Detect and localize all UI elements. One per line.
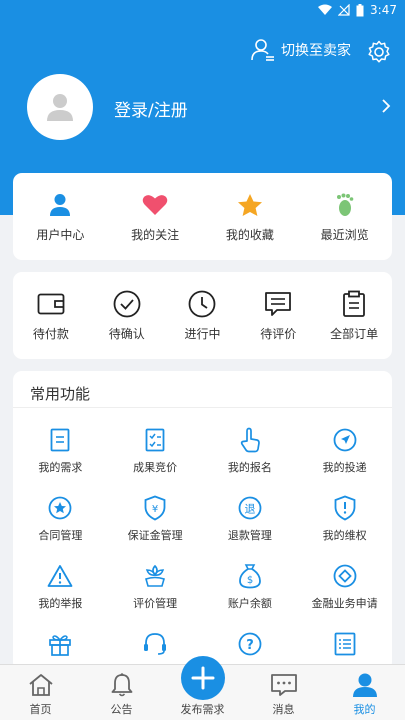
svg-text:¥: ¥: [152, 504, 158, 515]
quick-link-user-center[interactable]: 用户中心: [13, 190, 108, 243]
battery-icon: [356, 3, 364, 16]
gear-icon: [368, 40, 390, 63]
flower-icon: [145, 564, 166, 587]
tab-mine[interactable]: 我的: [324, 665, 405, 720]
order-pending-confirm[interactable]: 待确认: [89, 289, 165, 342]
switch-to-seller-label: 切换至卖家: [281, 43, 351, 59]
orders-card: 待付款 待确认 进行中 待评价 全部订单: [13, 272, 392, 359]
shield-yen-icon: ¥: [144, 495, 166, 521]
svg-text:退: 退: [244, 503, 255, 516]
checklist-icon: [145, 428, 165, 452]
star-icon: [237, 194, 262, 216]
clock-icon: [189, 290, 216, 318]
function-my-reports[interactable]: 我的举报: [13, 563, 108, 611]
function-deposit-management[interactable]: ¥ 保证金管理: [108, 495, 203, 543]
function-my-rights[interactable]: 我的维权: [297, 495, 392, 543]
function-account-balance[interactable]: $ 账户余额: [203, 563, 298, 611]
contract-star-icon: [48, 496, 72, 520]
wallet-icon: [37, 293, 65, 315]
tab-announcements[interactable]: 公告: [81, 665, 162, 720]
money-bag-icon: $: [238, 564, 261, 589]
clipboard-icon: [343, 290, 365, 317]
no-signal-icon: [338, 4, 350, 16]
send-icon: [333, 428, 357, 452]
help-icon: ?: [238, 632, 262, 656]
common-functions-title: 常用功能: [30, 385, 91, 403]
quick-link-follows[interactable]: 我的关注: [108, 190, 203, 243]
tab-mine-label: 我的: [353, 703, 376, 716]
status-bar: 3:47: [0, 0, 405, 22]
tab-announcements-label: 公告: [110, 703, 133, 716]
svg-text:?: ?: [246, 638, 254, 653]
message-icon: [270, 674, 297, 696]
footprint-icon: [336, 193, 353, 216]
check-circle-icon: [113, 290, 141, 318]
function-result-bidding[interactable]: 成果竞价: [108, 427, 203, 475]
login-register-link[interactable]: 登录/注册: [114, 96, 188, 121]
order-all[interactable]: 全部订单: [316, 289, 392, 342]
divider: [13, 407, 392, 408]
order-pending-payment[interactable]: 待付款: [13, 289, 89, 342]
status-time: 3:47: [370, 3, 397, 17]
gift-icon: [49, 635, 72, 656]
function-contract-management[interactable]: 合同管理: [13, 495, 108, 543]
order-pending-review[interactable]: 待评价: [240, 289, 316, 342]
tab-publish-demand-label: 发布需求: [180, 703, 225, 716]
avatar: [27, 74, 93, 140]
heart-icon: [142, 195, 168, 215]
headset-icon: [144, 633, 167, 655]
user-icon: [50, 194, 71, 216]
shield-alert-icon: [334, 495, 356, 521]
switch-to-seller-button[interactable]: 切换至卖家: [251, 38, 351, 62]
home-icon: [28, 674, 53, 696]
settings-button[interactable]: [367, 40, 391, 64]
svg-text:$: $: [247, 575, 253, 586]
function-my-demands[interactable]: 我的需求: [13, 427, 108, 475]
common-functions-card: 常用功能 我的需求 成果竞价 我的报名 我的投递 合同管理 ¥ 保证金管理 退: [13, 371, 392, 671]
comment-icon: [265, 292, 292, 316]
hand-pointer-icon: [240, 427, 260, 453]
chevron-right-icon: [382, 99, 391, 113]
order-in-progress[interactable]: 进行中: [165, 289, 241, 342]
warning-icon: [47, 565, 73, 587]
function-refund-management[interactable]: 退 退款管理: [203, 495, 298, 543]
quick-link-recent[interactable]: 最近浏览: [297, 190, 392, 243]
tab-messages-label: 消息: [272, 703, 295, 716]
function-review-management[interactable]: 评价管理: [108, 563, 203, 611]
quick-links-card: 用户中心 我的关注 我的收藏 最近浏览: [13, 173, 392, 260]
list-icon: [334, 632, 356, 656]
tab-home[interactable]: 首页: [0, 665, 81, 720]
bell-icon: [111, 673, 132, 697]
plus-icon: [191, 666, 215, 690]
function-my-submissions[interactable]: 我的投递: [297, 427, 392, 475]
publish-demand-button[interactable]: [181, 656, 225, 700]
refund-icon: 退: [238, 496, 262, 520]
default-avatar-icon: [47, 94, 73, 121]
document-icon: [50, 428, 70, 452]
profile-icon: [352, 673, 377, 697]
diamond-circle-icon: [333, 564, 357, 588]
profile-row[interactable]: 登录/注册: [0, 74, 405, 142]
quick-link-favorites[interactable]: 我的收藏: [203, 190, 298, 243]
user-switch-icon: [251, 39, 274, 61]
function-finance-application[interactable]: 金融业务申请: [297, 563, 392, 611]
wifi-icon: [318, 4, 333, 15]
function-my-registrations[interactable]: 我的报名: [203, 427, 298, 475]
tab-home-label: 首页: [29, 703, 52, 716]
tab-messages[interactable]: 消息: [243, 665, 324, 720]
